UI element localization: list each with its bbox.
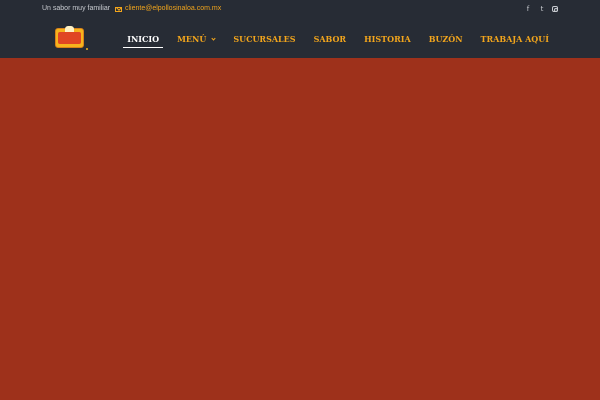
hero-section — [0, 58, 600, 400]
social-links: f t — [524, 4, 558, 14]
main-navbar: INICIO MENÚ SUCURSALES SABOR HISTORIA BU… — [0, 20, 600, 58]
nav-item-inicio[interactable]: INICIO — [118, 20, 168, 58]
brand-logo[interactable] — [55, 26, 88, 50]
nav-label: TRABAJA AQUÍ — [480, 34, 549, 44]
tagline: Un sabor muy familiar — [42, 5, 111, 12]
nav-label: SABOR — [313, 34, 347, 44]
main-menu: INICIO MENÚ SUCURSALES SABOR HISTORIA BU… — [118, 20, 558, 58]
top-bar: Un sabor muy familiar cliente@elpollosin… — [0, 0, 600, 20]
chevron-down-icon — [211, 35, 216, 41]
envelope-icon — [115, 6, 122, 12]
nav-item-menu[interactable]: MENÚ — [168, 20, 224, 58]
nav-item-historia[interactable]: HISTORIA — [355, 20, 420, 58]
logo-mark — [86, 48, 88, 50]
nav-item-sabor[interactable]: SABOR — [305, 20, 356, 58]
instagram-icon[interactable] — [552, 6, 558, 12]
nav-item-sucursales[interactable]: SUCURSALES — [224, 20, 304, 58]
nav-label: MENÚ — [177, 34, 207, 44]
nav-label: SUCURSALES — [233, 34, 296, 44]
logo-badge — [58, 32, 81, 44]
email-link[interactable]: cliente@elpollosinaloa.com.mx — [115, 4, 221, 14]
nav-label: BUZÓN — [428, 34, 463, 44]
nav-label: HISTORIA — [364, 34, 411, 44]
twitter-icon[interactable]: t — [538, 4, 546, 14]
email-text: cliente@elpollosinaloa.com.mx — [125, 5, 222, 12]
logo-emblem — [65, 26, 74, 32]
facebook-icon[interactable]: f — [524, 4, 532, 14]
nav-label: INICIO — [127, 34, 160, 44]
nav-item-buzon[interactable]: BUZÓN — [420, 20, 472, 58]
nav-item-trabaja-aqui[interactable]: TRABAJA AQUÍ — [472, 20, 558, 58]
